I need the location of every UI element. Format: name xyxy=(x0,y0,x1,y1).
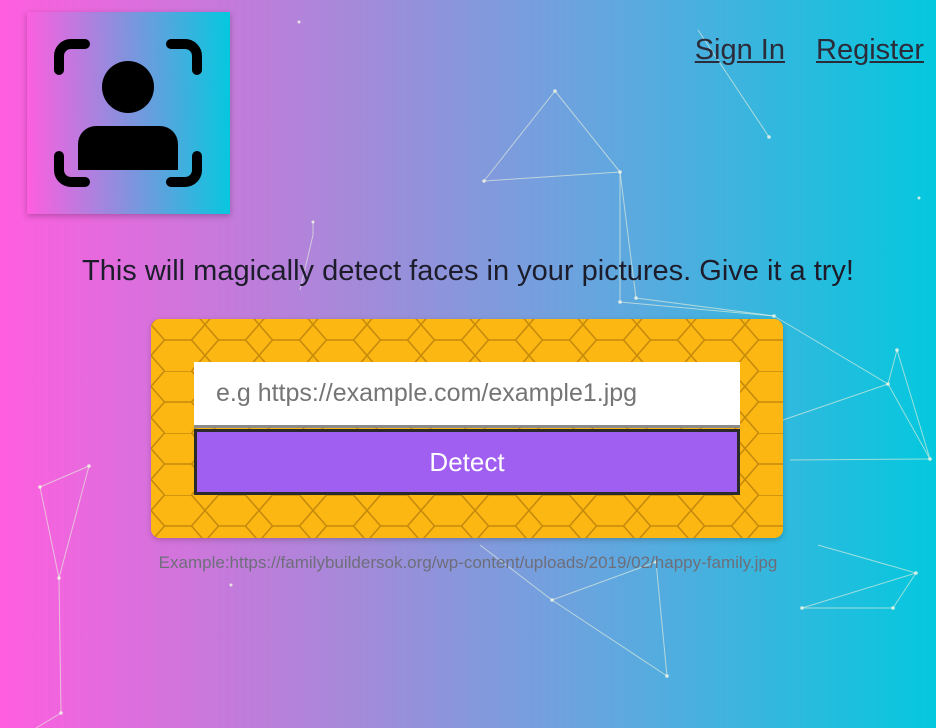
face-detect-icon xyxy=(54,39,202,187)
top-nav: Sign In Register xyxy=(695,34,924,67)
detect-button[interactable]: Detect xyxy=(194,429,740,495)
example-url-text: Example:https://familybuildersok.org/wp-… xyxy=(158,553,778,572)
image-url-input[interactable] xyxy=(194,362,740,428)
url-form-card: Detect xyxy=(151,319,783,538)
tagline: This will magically detect faces in your… xyxy=(82,255,854,287)
sign-in-link[interactable]: Sign In xyxy=(695,34,785,67)
app-logo[interactable] xyxy=(27,12,230,214)
register-link[interactable]: Register xyxy=(816,34,924,67)
